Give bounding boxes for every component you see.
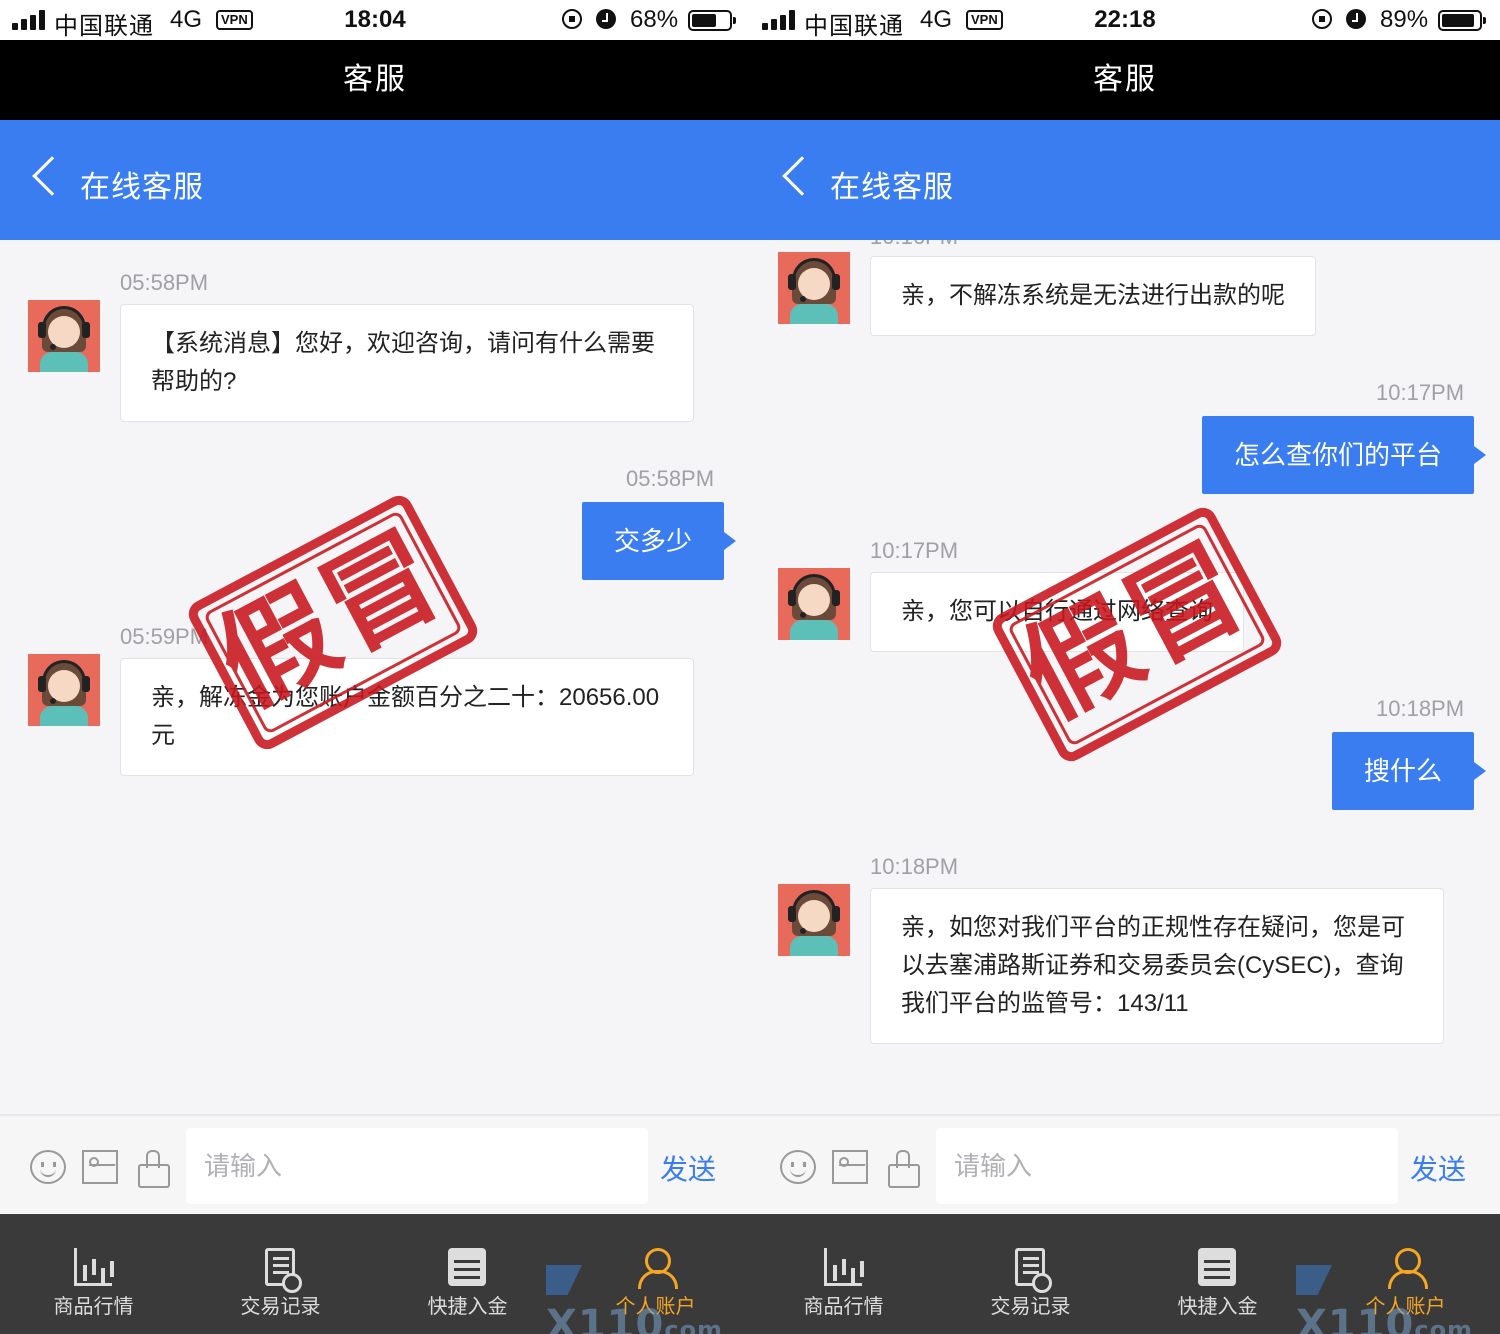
battery-percent: 89% (1380, 6, 1429, 33)
tab-market[interactable]: 商品行情 (750, 1214, 937, 1334)
nav-title: 在线客服 (80, 171, 204, 204)
message-timestamp: 10:18PM (870, 854, 959, 879)
battery-percent: 68% (630, 6, 679, 33)
alarm-icon (1346, 9, 1366, 29)
tab-label: 快捷入金 (427, 1296, 508, 1318)
agent-avatar (28, 300, 100, 372)
chart-icon (824, 1248, 862, 1286)
image-icon[interactable] (832, 1150, 868, 1184)
input-bar: 请输入 发送 (0, 1114, 750, 1214)
watermark-text: X110 (1296, 1302, 1415, 1334)
user-message-bubble: 交多少 (582, 502, 737, 580)
phone-screen-left: 中国联通 4G VPN 18:04 68% 客服 在线客服 05:58PM 【系… (0, 0, 750, 1334)
tab-market[interactable]: 商品行情 (0, 1214, 187, 1334)
back-arrow-icon[interactable] (782, 156, 822, 196)
user-message-bubble: 搜什么 (1332, 732, 1487, 810)
message-input[interactable]: 请输入 (936, 1128, 1398, 1204)
calendar-icon (1198, 1248, 1236, 1286)
tab-trade-records[interactable]: 交易记录 (187, 1214, 374, 1334)
tab-label: 交易记录 (240, 1296, 321, 1318)
fake-stamp: 假冒 (987, 502, 1287, 767)
message-timestamp: 05:58PM (626, 466, 715, 491)
message-timestamp: 10:17PM (1376, 380, 1465, 405)
watermark-suffix: com (1414, 1316, 1474, 1334)
page-title: 客服 (0, 40, 750, 120)
back-arrow-icon[interactable] (32, 156, 72, 196)
rotation-lock-icon (1312, 9, 1332, 29)
tab-label: 交易记录 (990, 1296, 1071, 1318)
status-bar: 中国联通 4G VPN 18:04 68% (0, 0, 750, 40)
agent-avatar (778, 884, 850, 956)
tab-quick-deposit[interactable]: 快捷入金 (1124, 1214, 1311, 1334)
agent-avatar (28, 654, 100, 726)
user-message-bubble: 怎么查你们的平台 (1202, 416, 1487, 494)
tab-trade-records[interactable]: 交易记录 (937, 1214, 1124, 1334)
agent-avatar (778, 252, 850, 324)
nav-bar: 在线客服 (750, 120, 1500, 240)
tab-label: 快捷入金 (1177, 1296, 1258, 1318)
image-icon[interactable] (82, 1150, 118, 1184)
thumbs-up-icon[interactable] (134, 1150, 170, 1188)
agent-message-bubble: 亲，不解冻系统是无法进行出款的呢 (870, 256, 1316, 336)
message-input[interactable]: 请输入 (186, 1128, 648, 1204)
chat-area[interactable]: 10:16PM 亲，不解冻系统是无法进行出款的呢 10:17PM 怎么查你们的平… (750, 240, 1500, 1115)
emoji-icon[interactable] (30, 1150, 66, 1184)
watermark-text: X110 (546, 1302, 665, 1334)
message-timestamp: 10:17PM (870, 538, 959, 563)
battery-icon (1438, 10, 1486, 31)
agent-message-bubble: 【系统消息】您好，欢迎咨询，请问有什么需要帮助的? (120, 304, 694, 422)
watermark: X110com (546, 1256, 750, 1334)
watermark-logo-icon (546, 1265, 582, 1295)
message-timestamp: 10:16PM (870, 240, 958, 250)
chat-area[interactable]: 05:58PM 【系统消息】您好，欢迎咨询，请问有什么需要帮助的? 05:58P… (0, 240, 750, 1115)
tab-label: 商品行情 (803, 1296, 884, 1318)
emoji-icon[interactable] (780, 1150, 816, 1184)
nav-bar: 在线客服 (0, 120, 750, 240)
status-bar: 中国联通 4G VPN 22:18 89% (750, 0, 1500, 40)
battery-icon (688, 10, 736, 31)
tab-quick-deposit[interactable]: 快捷入金 (374, 1214, 561, 1334)
tab-label: 商品行情 (53, 1296, 134, 1318)
agent-message-bubble: 亲，如您对我们平台的正规性存在疑问，您是可以去塞浦路斯证券和交易委员会(CySE… (870, 888, 1444, 1044)
watermark: X110com (1296, 1256, 1500, 1334)
alarm-icon (596, 9, 616, 29)
send-button[interactable]: 发送 (1410, 1148, 1466, 1188)
page-title: 客服 (750, 40, 1500, 120)
records-icon (1015, 1248, 1052, 1293)
phone-screen-right: 中国联通 4G VPN 22:18 89% 客服 在线客服 10:16PM 亲，… (750, 0, 1500, 1334)
watermark-suffix: com (664, 1316, 724, 1334)
rotation-lock-icon (562, 9, 582, 29)
thumbs-up-icon[interactable] (884, 1150, 920, 1188)
nav-title: 在线客服 (830, 171, 954, 204)
input-bar: 请输入 发送 (750, 1114, 1500, 1214)
watermark-logo-icon (1296, 1265, 1332, 1295)
send-button[interactable]: 发送 (660, 1148, 716, 1188)
records-icon (265, 1248, 302, 1293)
message-timestamp: 10:18PM (1376, 696, 1465, 721)
calendar-icon (448, 1248, 486, 1286)
message-timestamp: 05:58PM (120, 270, 209, 295)
agent-avatar (778, 568, 850, 640)
chart-icon (74, 1248, 112, 1286)
